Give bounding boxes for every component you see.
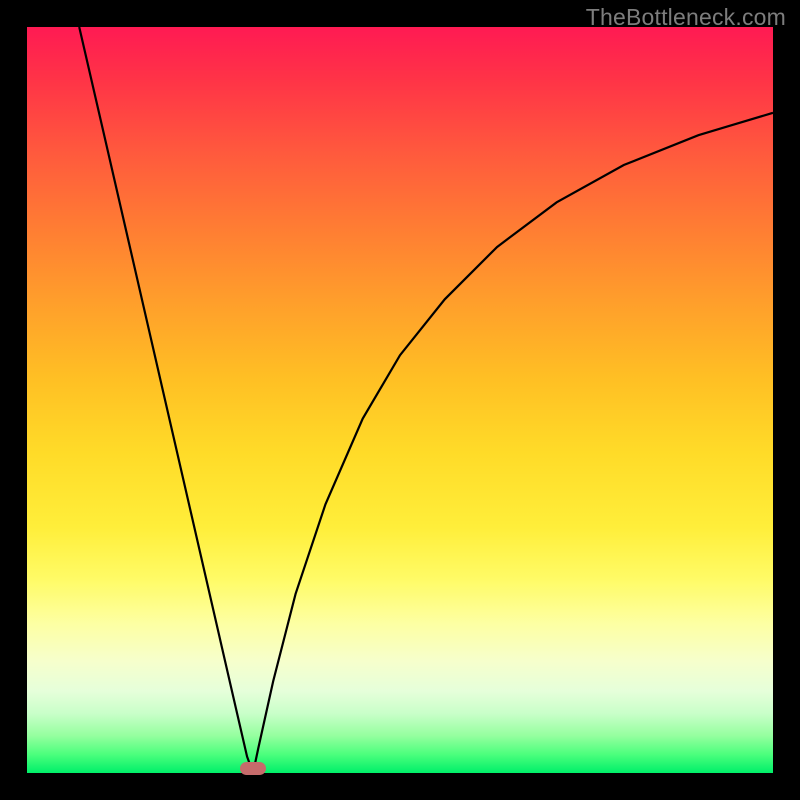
plot-area <box>27 27 773 773</box>
curve-path <box>79 27 773 773</box>
watermark-text: TheBottleneck.com <box>586 4 786 31</box>
minimum-marker <box>240 762 266 775</box>
bottleneck-curve <box>27 27 773 773</box>
